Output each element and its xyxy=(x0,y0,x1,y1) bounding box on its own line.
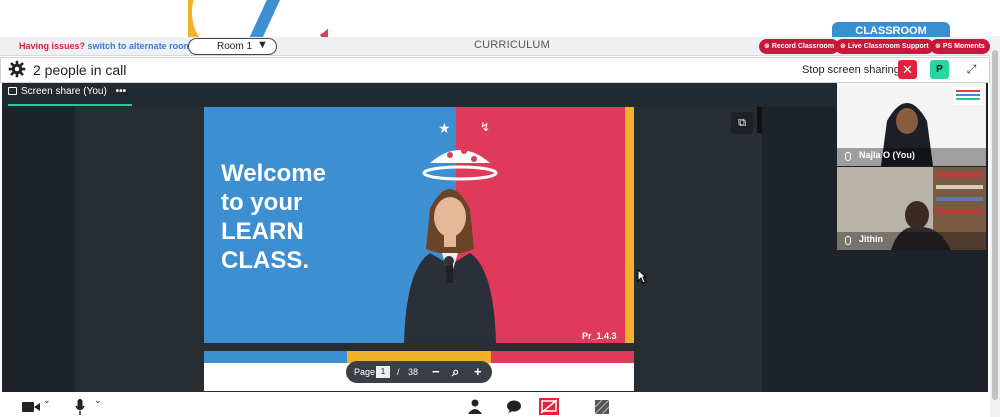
people-count: 2 people in call xyxy=(33,62,127,78)
more-options-icon[interactable]: ••• xyxy=(116,86,127,97)
zoom-search-icon[interactable]: ⌕ xyxy=(452,364,459,380)
headline-line-4: CLASS. xyxy=(221,247,310,274)
screen-share-off-icon[interactable] xyxy=(539,398,559,415)
stop-share-close-button[interactable]: ✕ xyxy=(898,60,917,79)
participant-tile-remote[interactable]: Jithin xyxy=(837,167,986,250)
issue-text: Having issues? xyxy=(19,41,86,51)
headline-line-3: LEARN xyxy=(221,218,304,245)
preview-red-band xyxy=(491,351,634,363)
screen-icon xyxy=(8,87,17,95)
participant-name: Najla O (You) xyxy=(859,150,915,160)
slide-yellow-stripe xyxy=(625,107,634,343)
gear-icon[interactable] xyxy=(8,60,26,78)
mic-icon xyxy=(845,152,851,161)
ps-moments-button[interactable]: ⊗ PS Moments xyxy=(930,39,990,54)
ps-moments-label: PS Moments xyxy=(942,43,985,50)
whiteboard-icon[interactable] xyxy=(595,400,609,414)
viewer-scroll-rail[interactable] xyxy=(757,107,762,133)
mouse-cursor-icon xyxy=(637,269,647,284)
slide-code: Pr_1.4.3 xyxy=(582,331,617,341)
participant-name: Jithin xyxy=(859,234,883,244)
headline-line-2: to your xyxy=(221,189,303,216)
live-support-button[interactable]: ⊗ Live Classroom Support xyxy=(835,39,934,54)
room-select-value: Room 1 xyxy=(217,41,253,52)
zoom-out-icon[interactable]: − xyxy=(432,364,440,379)
slide-page: ★ ↯ Welcome to your LEARN CLASS. Pr_1.4.… xyxy=(204,107,634,343)
mic-icon xyxy=(845,236,851,245)
svg-text:★: ★ xyxy=(438,120,451,136)
curriculum-title: CURRICULUM xyxy=(474,39,550,51)
page-controls: Page 1 / 38 − ⌕ + xyxy=(346,361,492,383)
preview-blue-band xyxy=(204,351,347,363)
svg-text:↯: ↯ xyxy=(480,120,490,134)
zoom-in-icon[interactable]: + xyxy=(474,364,482,379)
screen-share-tab[interactable]: Screen share (You) ••• xyxy=(8,86,133,106)
microphone-icon[interactable] xyxy=(75,399,85,415)
stop-screen-sharing-label[interactable]: Stop screen sharing xyxy=(802,64,900,76)
participants-icon[interactable] xyxy=(468,399,482,414)
participant-tile-self[interactable]: Najla O (You) xyxy=(837,83,986,166)
page-scrollbar-thumb[interactable] xyxy=(992,50,998,400)
slide-headline: Welcome to your LEARN CLASS. xyxy=(221,159,391,275)
chat-icon[interactable] xyxy=(507,400,521,413)
record-classroom-button[interactable]: ⊗ Record Classroom xyxy=(759,39,840,54)
room-select[interactable]: Room 1 ▼ xyxy=(188,38,277,55)
presenter-figure-image xyxy=(404,189,496,343)
page-separator: / xyxy=(397,367,400,377)
camera-icon[interactable] xyxy=(22,401,40,413)
page-number-input[interactable]: 1 xyxy=(376,366,390,378)
screen-share-tab-label: Screen share (You) xyxy=(21,86,107,97)
camera-options-chevron-icon[interactable]: ⌄ xyxy=(43,395,51,406)
open-external-icon[interactable]: ⧉ xyxy=(731,112,753,134)
alternate-room-link[interactable]: switch to alternate room xyxy=(88,41,192,51)
live-support-label: Live Classroom Support xyxy=(847,43,929,50)
fullscreen-icon[interactable]: ⤢ xyxy=(962,60,981,79)
headline-line-1: Welcome xyxy=(221,160,326,187)
bottom-toolbar xyxy=(0,392,990,417)
poster-graphic xyxy=(954,87,982,105)
page-label: Page xyxy=(354,367,376,377)
page-total: 38 xyxy=(408,367,419,377)
caret-down-icon: ▼ xyxy=(257,39,268,51)
record-classroom-label: Record Classroom xyxy=(771,43,835,50)
issue-notice: Having issues? switch to alternate room xyxy=(19,41,192,51)
microphone-options-chevron-icon[interactable]: ⌄ xyxy=(94,395,102,406)
participant-p-button[interactable]: P xyxy=(930,60,949,79)
